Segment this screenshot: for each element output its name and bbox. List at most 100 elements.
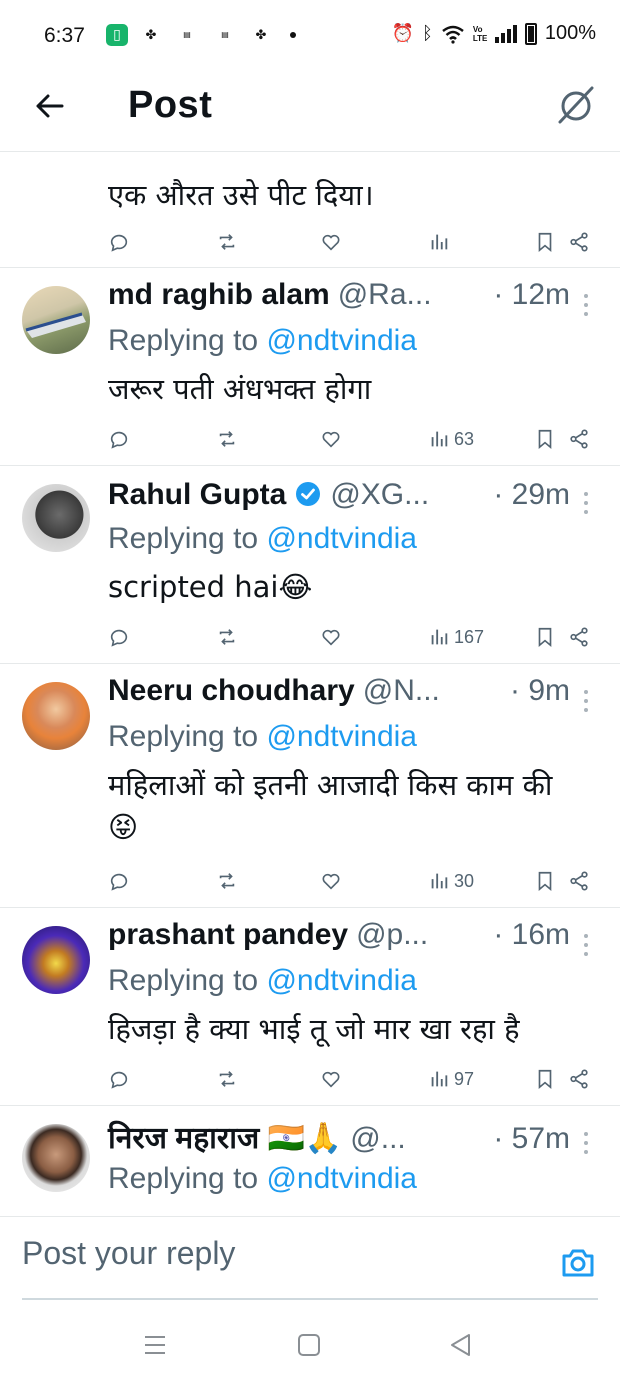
tweet-item[interactable]: prashant pandey @p... · 16m Replying to … — [0, 908, 620, 1106]
news-icon: ▤ — [183, 30, 191, 39]
share-icon — [570, 232, 588, 252]
bookmark-icon — [538, 429, 552, 450]
reply-button[interactable] — [108, 866, 130, 896]
alarm-icon: ⏰ — [391, 23, 415, 43]
repost-icon — [219, 873, 235, 889]
system-nav-bar — [0, 1300, 620, 1386]
tweet-actions: 30 — [0, 866, 620, 896]
more-options-icon[interactable] — [584, 934, 590, 956]
reply-composer: Post your reply — [0, 1216, 620, 1300]
share-button[interactable] — [568, 227, 590, 257]
display-name[interactable]: निरज महाराज 🇮🇳🙏 — [108, 1116, 342, 1157]
bookmark-button[interactable] — [534, 1064, 556, 1094]
avatar[interactable] — [22, 682, 90, 750]
back-triangle-icon[interactable] — [448, 1332, 474, 1358]
avatar[interactable] — [22, 926, 90, 994]
repost-button[interactable] — [216, 424, 238, 454]
heart-icon — [322, 234, 340, 251]
display-name[interactable]: Neeru choudhary — [108, 674, 355, 708]
heart-icon — [322, 431, 340, 448]
tweet-actions: 63 — [0, 424, 620, 454]
like-button[interactable] — [320, 227, 342, 257]
share-button[interactable] — [568, 424, 590, 454]
tweet-partial[interactable]: एक औरत उसे पीट दिया। — [0, 153, 620, 268]
views-icon — [431, 1071, 448, 1087]
tweet-header: Rahul Gupta @XG... · 29m — [108, 476, 600, 512]
home-icon[interactable] — [296, 1332, 322, 1358]
app-icon: ▯ — [106, 24, 128, 46]
like-button[interactable] — [320, 424, 342, 454]
repost-button[interactable] — [216, 622, 238, 652]
handle[interactable]: @... — [350, 1122, 405, 1156]
more-options-icon[interactable] — [584, 492, 590, 514]
heart-icon — [322, 629, 340, 646]
reply-button[interactable] — [108, 1064, 130, 1094]
tweet-item[interactable]: md raghib alam @Ra... · 12m Replying to … — [0, 268, 620, 466]
display-name[interactable]: md raghib alam — [108, 278, 330, 312]
mention-link[interactable]: @ndtvindia — [266, 324, 417, 357]
views-button[interactable] — [428, 227, 450, 257]
bookmark-button[interactable] — [534, 866, 556, 896]
reply-input[interactable]: Post your reply — [22, 1235, 235, 1272]
tweet-header: prashant pandey @p... · 16m — [108, 918, 600, 952]
bookmark-button[interactable] — [534, 424, 556, 454]
repost-button[interactable] — [216, 866, 238, 896]
handle[interactable]: @p... — [356, 918, 428, 952]
recents-icon[interactable] — [142, 1332, 168, 1358]
avatar[interactable] — [22, 484, 90, 552]
camera-icon[interactable] — [560, 1245, 596, 1281]
tweet-actions — [0, 227, 620, 257]
mention-link[interactable]: @ndtvindia — [266, 720, 417, 753]
views-button[interactable]: 63 — [428, 424, 474, 454]
avatar[interactable] — [22, 1124, 90, 1192]
bookmark-icon — [538, 232, 552, 253]
tweet-item[interactable]: Rahul Gupta @XG... · 29m Replying to @nd… — [0, 466, 620, 664]
more-options-icon[interactable] — [584, 294, 590, 316]
handle[interactable]: @XG... — [330, 478, 429, 512]
repost-icon — [219, 629, 235, 645]
like-button[interactable] — [320, 1064, 342, 1094]
more-options-icon[interactable] — [584, 1132, 590, 1154]
handle[interactable]: @Ra... — [338, 278, 432, 312]
more-options-icon[interactable] — [584, 690, 590, 712]
repost-button[interactable] — [216, 1064, 238, 1094]
reply-button[interactable] — [108, 424, 130, 454]
mention-link[interactable]: @ndtvindia — [266, 1162, 417, 1195]
avatar[interactable] — [22, 286, 90, 354]
bookmark-button[interactable] — [534, 622, 556, 652]
display-name[interactable]: prashant pandey — [108, 918, 348, 952]
tweet-text: scripted hai😂 — [108, 570, 313, 604]
like-button[interactable] — [320, 866, 342, 896]
reply-button[interactable] — [108, 227, 130, 257]
reply-button[interactable] — [108, 622, 130, 652]
page-title: Post — [128, 84, 213, 126]
share-icon — [570, 429, 588, 449]
pinwheel-icon: ✤ — [145, 27, 157, 43]
tweet-actions: 167 — [0, 622, 620, 652]
views-button[interactable]: 97 — [428, 1064, 474, 1094]
reply-feed: एक औरत उसे पीट दिया। md raghib alam @Ra.… — [0, 153, 620, 1216]
arrow-left-icon[interactable] — [32, 88, 68, 124]
repost-button[interactable] — [216, 227, 238, 257]
share-button[interactable] — [568, 622, 590, 652]
grok-icon[interactable] — [554, 82, 598, 126]
news-icon: ▤ — [221, 30, 229, 39]
status-right-icons: ⏰ ᛒ Vo LTE 100% — [392, 22, 596, 45]
bookmark-icon — [538, 871, 552, 892]
heart-icon — [322, 873, 340, 890]
tweet-item[interactable]: Neeru choudhary @N... · 9m Replying to @… — [0, 664, 620, 908]
display-name[interactable]: Rahul Gupta — [108, 478, 286, 512]
tweet-text: हिजड़ा है क्या भाई तू जो मार खा रहा है — [108, 1012, 520, 1046]
tweet-item[interactable]: निरज महाराज 🇮🇳🙏 @... · 57m Replying to @… — [0, 1106, 620, 1216]
share-button[interactable] — [568, 1064, 590, 1094]
views-button[interactable]: 167 — [428, 622, 484, 652]
handle[interactable]: @N... — [363, 674, 440, 708]
mention-link[interactable]: @ndtvindia — [266, 522, 417, 555]
like-button[interactable] — [320, 622, 342, 652]
tweet-text: एक औरत उसे पीट दिया। — [108, 178, 374, 212]
mention-link[interactable]: @ndtvindia — [266, 964, 417, 997]
share-button[interactable] — [568, 866, 590, 896]
bookmark-button[interactable] — [534, 227, 556, 257]
views-button[interactable]: 30 — [428, 866, 474, 896]
verified-badge-icon — [296, 482, 321, 506]
